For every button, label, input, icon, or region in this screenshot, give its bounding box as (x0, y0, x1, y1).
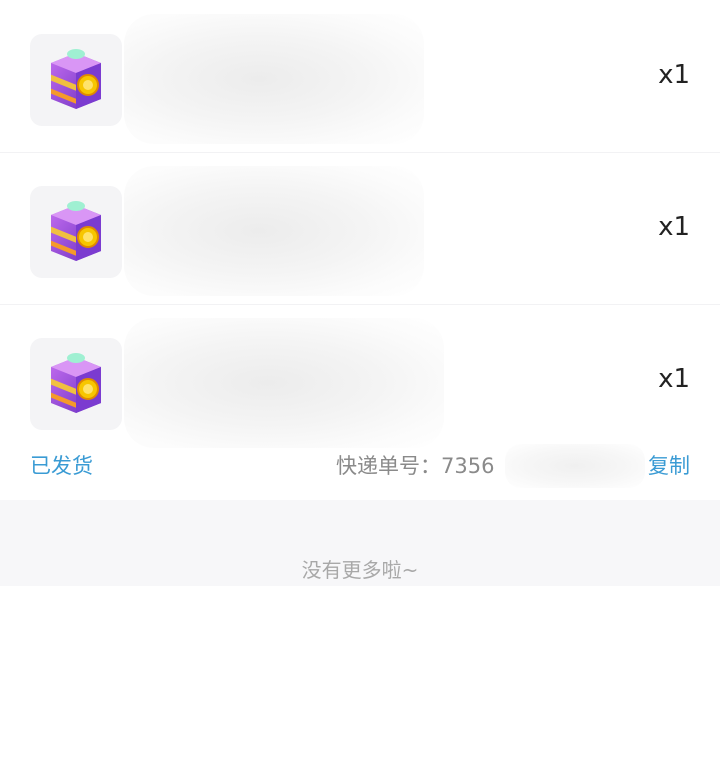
empty-area (0, 586, 720, 760)
list-item[interactable]: x1 (0, 152, 720, 304)
treasure-box-icon (51, 353, 101, 413)
list-item[interactable]: x1 (0, 0, 720, 152)
treasure-box-icon (51, 201, 101, 261)
item-quantity: x1 (658, 60, 690, 90)
item-quantity: x1 (658, 212, 690, 242)
item-title-redacted (124, 318, 444, 448)
list-item[interactable]: x1 (0, 304, 720, 456)
order-card: x1 x1 x1 已发货 快递单号：7356 复制 (0, 0, 720, 500)
item-title-redacted (124, 166, 424, 296)
item-quantity: x1 (658, 364, 690, 394)
item-title-redacted (124, 14, 424, 144)
tracking-number-redacted (505, 444, 645, 488)
shipping-status-row: 已发货 快递单号：7356 复制 (0, 438, 720, 494)
copy-button[interactable]: 复制 (648, 450, 690, 480)
tracking-number: 快递单号：7356 (336, 454, 495, 478)
item-thumbnail (30, 34, 122, 126)
item-thumbnail (30, 186, 122, 278)
order-detail-page: x1 x1 x1 已发货 快递单号：7356 复制 没有更多啦~ (0, 0, 720, 760)
treasure-box-icon (51, 49, 101, 109)
shipping-status: 已发货 (30, 454, 93, 478)
item-thumbnail (30, 338, 122, 430)
no-more-text: 没有更多啦~ (301, 558, 419, 582)
